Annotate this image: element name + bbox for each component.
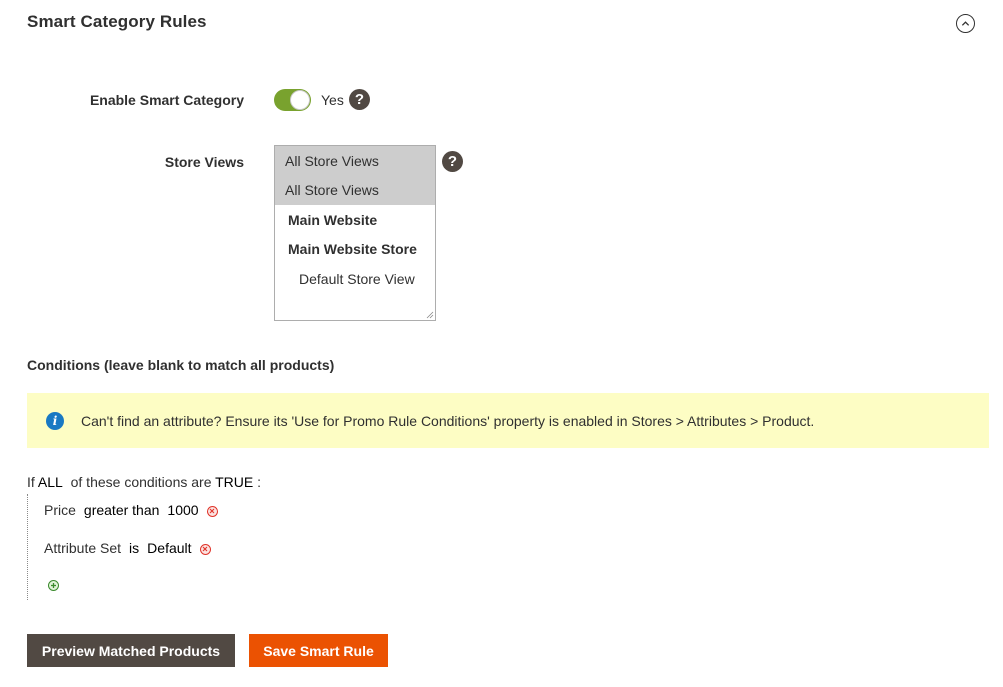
conditions-heading: Conditions (leave blank to match all pro… [27, 357, 335, 373]
condition-row: Price greater than 1000 [44, 502, 218, 518]
enable-smart-category-label: Enable Smart Category [89, 92, 244, 108]
notice-text: Can't find an attribute? Ensure its 'Use… [81, 412, 815, 429]
condition-operator[interactable]: is [129, 540, 139, 556]
store-view-option[interactable]: Main Website Store [275, 235, 435, 265]
section-title: Smart Category Rules [27, 12, 207, 31]
enable-smart-category-toggle[interactable] [274, 89, 311, 111]
store-view-option[interactable]: Main Website [275, 205, 435, 235]
condition-operator[interactable]: greater than [84, 502, 160, 518]
info-icon: i [46, 411, 64, 430]
root-prefix: If [27, 474, 35, 490]
condition-value[interactable]: 1000 [167, 502, 198, 518]
store-views-label: Store Views [164, 154, 244, 170]
info-notice: i Can't find an attribute? Ensure its 'U… [27, 393, 989, 448]
preview-matched-products-button[interactable]: Preview Matched Products [27, 634, 235, 667]
help-icon[interactable]: ? [349, 89, 370, 110]
root-suffix: : [257, 474, 262, 490]
store-view-option[interactable]: All Store Views [275, 175, 435, 205]
chevron-up-icon [961, 21, 970, 26]
condition-attribute: Attribute Set [44, 540, 122, 556]
enable-smart-category-value: Yes [321, 92, 344, 108]
toggle-knob [290, 90, 310, 110]
store-view-option[interactable]: Default Store View [275, 264, 435, 294]
collapse-toggle-button[interactable] [956, 14, 975, 33]
condition-value[interactable]: Default [147, 540, 191, 556]
store-view-option[interactable]: All Store Views [275, 146, 435, 176]
save-smart-rule-button[interactable]: Save Smart Rule [249, 634, 388, 667]
help-icon[interactable]: ? [442, 151, 463, 172]
conditions-tree: Price greater than 1000 Attribute Set is… [27, 494, 427, 600]
aggregator-selector[interactable]: ALL [38, 474, 63, 490]
remove-condition-icon[interactable] [206, 505, 218, 517]
remove-condition-icon[interactable] [199, 543, 211, 555]
conditions-root: If ALL of these conditions are TRUE : [27, 474, 261, 490]
add-condition-icon[interactable] [48, 580, 59, 591]
condition-attribute: Price [44, 502, 76, 518]
store-views-multiselect[interactable]: All Store Views All Store Views Main Web… [274, 145, 436, 321]
root-middle: of these conditions are [70, 474, 212, 490]
resize-grip-icon[interactable] [426, 311, 434, 319]
value-selector[interactable]: TRUE [215, 474, 253, 490]
condition-row: Attribute Set is Default [44, 540, 211, 556]
